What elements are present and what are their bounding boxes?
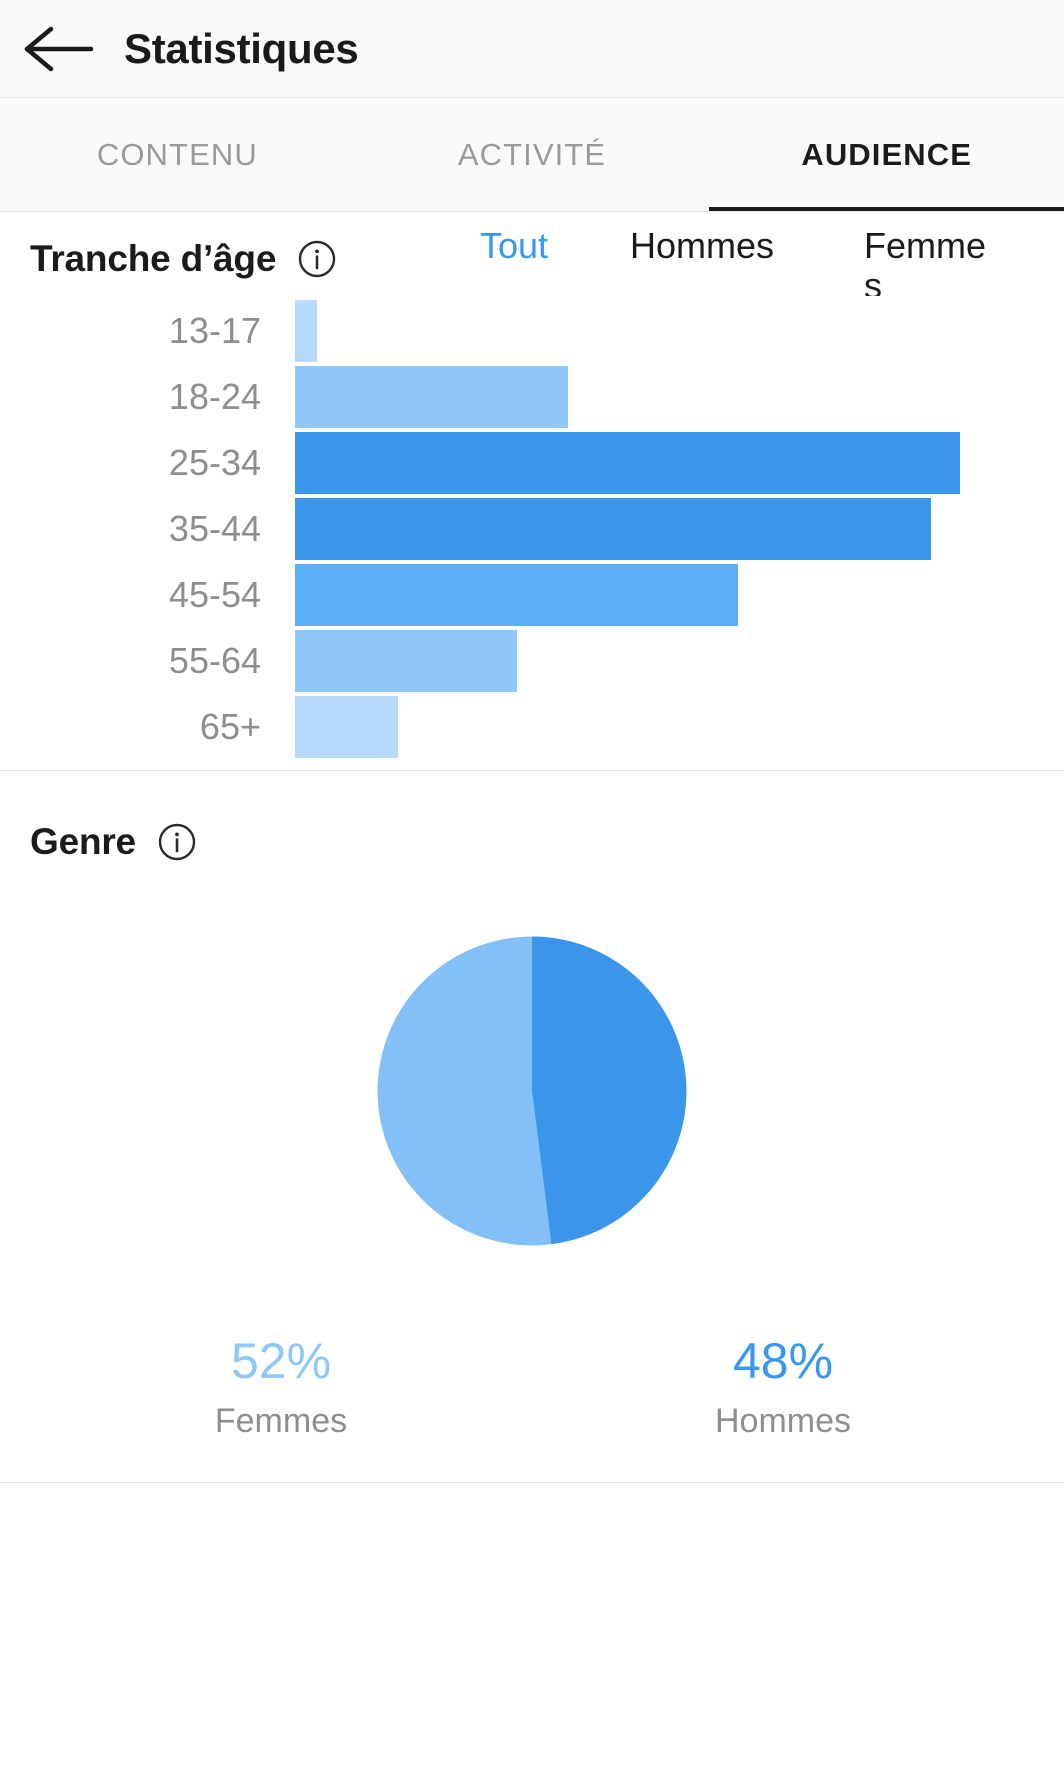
bar-fill-35-44 xyxy=(295,498,931,560)
bar-row-35-44: 35-44 xyxy=(30,498,1034,560)
legend-femmes-pct: 52% xyxy=(230,1333,332,1389)
tab-contenu[interactable]: CONTENU xyxy=(0,98,355,211)
info-circle-icon[interactable] xyxy=(158,823,196,861)
bottom-blank-area xyxy=(0,1482,1064,1723)
tab-audience-label: AUDIENCE xyxy=(801,136,973,172)
bar-row-25-34: 25-34 xyxy=(30,432,1034,494)
age-range-title: Tranche d’âge xyxy=(30,238,277,279)
page-title: Statistiques xyxy=(124,24,359,72)
bar-label-65-plus: 65+ xyxy=(199,706,261,747)
bar-fill-45-54 xyxy=(295,564,739,626)
bar-fill-65-plus xyxy=(295,696,399,758)
age-range-header: Tranche d’âge Tout Hommes Femmes xyxy=(30,212,1034,296)
legend-hommes: 48% Hommes xyxy=(532,1335,1034,1438)
pie-slice-hommes xyxy=(532,936,687,1245)
genre-section: Genre 52% Femmes 48% Hommes xyxy=(0,771,1064,1482)
info-circle-icon[interactable] xyxy=(298,240,336,278)
statistics-screen: Statistiques CONTENU ACTIVITÉ AUDIENCE T… xyxy=(0,0,1064,1772)
legend-hommes-label: Hommes xyxy=(714,1401,852,1440)
back-arrow-icon[interactable] xyxy=(22,12,96,86)
genre-pie-chart xyxy=(30,881,1034,1301)
age-range-section: Tranche d’âge Tout Hommes Femmes 13-17 1… xyxy=(0,212,1064,770)
gender-filter-hommes[interactable]: Hommes xyxy=(630,226,820,266)
bar-track-18-24 xyxy=(295,366,1034,428)
bar-track-13-17 xyxy=(295,300,1034,362)
bar-label-45-54: 45-54 xyxy=(168,574,261,615)
tab-audience[interactable]: AUDIENCE xyxy=(709,98,1064,211)
bar-fill-25-34 xyxy=(295,432,961,494)
legend-femmes-label: Femmes xyxy=(214,1401,348,1440)
bar-row-13-17: 13-17 xyxy=(30,300,1034,362)
bar-track-55-64 xyxy=(295,630,1034,692)
tab-activite-label: ACTIVITÉ xyxy=(457,136,607,172)
bar-row-45-54: 45-54 xyxy=(30,564,1034,626)
gender-filter-femmes[interactable]: Femmes xyxy=(864,226,994,296)
pie-slice-femmes xyxy=(377,936,552,1246)
genre-legend: 52% Femmes 48% Hommes xyxy=(30,1335,1034,1482)
bar-row-18-24: 18-24 xyxy=(30,366,1034,428)
bar-label-55-64: 55-64 xyxy=(168,640,261,681)
bar-label-13-17: 13-17 xyxy=(168,310,261,351)
legend-hommes-pct: 48% xyxy=(732,1333,834,1389)
app-header: Statistiques xyxy=(0,0,1064,98)
legend-femmes: 52% Femmes xyxy=(30,1335,532,1438)
gender-filter-group: Tout Hommes Femmes xyxy=(480,226,1044,296)
genre-header: Genre xyxy=(30,781,1034,863)
tab-contenu-label: CONTENU xyxy=(96,136,258,172)
bar-label-18-24: 18-24 xyxy=(168,376,261,417)
bar-track-25-34 xyxy=(295,432,1034,494)
bar-fill-55-64 xyxy=(295,630,517,692)
tab-bar: CONTENU ACTIVITÉ AUDIENCE xyxy=(0,98,1064,212)
bar-label-35-44: 35-44 xyxy=(168,508,261,549)
bar-fill-18-24 xyxy=(295,366,569,428)
tab-activite[interactable]: ACTIVITÉ xyxy=(355,98,710,211)
genre-title: Genre xyxy=(30,821,136,862)
bar-row-65-plus: 65+ xyxy=(30,696,1034,758)
bar-label-25-34: 25-34 xyxy=(168,442,261,483)
bar-track-45-54 xyxy=(295,564,1034,626)
gender-filter-tout[interactable]: Tout xyxy=(480,226,616,266)
bar-track-35-44 xyxy=(295,498,1034,560)
bar-row-55-64: 55-64 xyxy=(30,630,1034,692)
bar-track-65-plus xyxy=(295,696,1034,758)
bar-fill-13-17 xyxy=(295,300,318,362)
age-range-bar-chart: 13-17 18-24 25-34 35-44 45-54 55-64 65+ xyxy=(30,300,1034,770)
